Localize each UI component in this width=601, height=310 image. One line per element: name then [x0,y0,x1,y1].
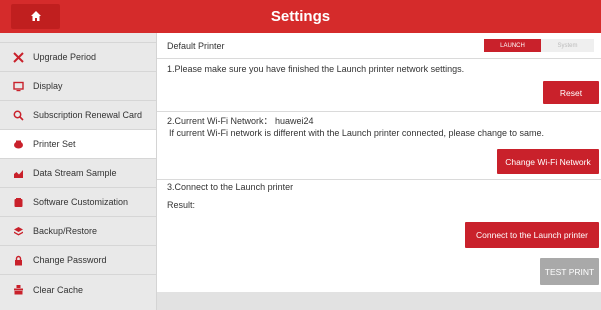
sidebar-item-label: Backup/Restore [33,226,98,236]
wifi-network-note: If current Wi-Fi network is different wi… [169,128,545,138]
sidebar-item-software-customization[interactable]: Software Customization [0,188,156,217]
upgrade-icon [12,51,24,63]
step1-text: 1.Please make sure you have finished the… [167,64,465,74]
sidebar-item-display[interactable]: Display [0,72,156,101]
sidebar-item-label: Software Customization [33,197,129,207]
sidebar-item-label: Data Stream Sample [33,168,117,178]
cache-icon [12,284,24,296]
sidebar-item-label: Printer Set [33,139,76,149]
search-icon [12,109,24,121]
chart-icon [12,167,24,179]
default-printer-label: Default Printer [167,41,225,51]
sidebar-item-backup-restore[interactable]: Backup/Restore [0,217,156,246]
sidebar-item-upgrade-period[interactable]: Upgrade Period [0,43,156,72]
top-bar: Settings [0,0,601,33]
divider [157,179,601,180]
printer-icon [12,138,24,150]
result-label: Result: [167,200,196,210]
sidebar-item-label: Subscription Renewal Card [33,110,143,120]
sidebar-item-partial[interactable] [0,33,156,43]
display-icon [12,80,24,92]
printer-toggle[interactable]: LAUNCH System [484,39,594,52]
home-icon [30,10,42,24]
backup-icon [12,225,24,237]
sidebar-item-label: Clear Cache [33,284,84,295]
software-icon [12,196,24,208]
home-button[interactable] [11,4,60,29]
sidebar-item-label: Upgrade Period [33,52,97,62]
lock-icon [12,254,24,266]
wifi-network-text: 2.Current Wi-Fi Network： huawei24 [167,116,314,126]
page-title: Settings [270,8,331,25]
toggle-launch-option[interactable]: LAUNCH [484,39,541,52]
sidebar-item-label: Display [33,81,63,91]
connect-printer-button[interactable]: Connect to the Launch printer [465,222,599,248]
reset-button[interactable]: Reset [543,81,599,104]
change-wifi-button[interactable]: Change Wi-Fi Network [497,149,599,174]
sidebar-item-data-stream-sample[interactable]: Data Stream Sample [0,159,156,188]
test-print-button[interactable]: TEST PRINT [540,258,599,285]
partial-icon [12,33,24,34]
divider [157,58,601,59]
toggle-system-option[interactable]: System [541,39,594,52]
printer-settings-panel: Default Printer LAUNCH System 1.Please m… [157,33,601,310]
sidebar-item-subscription-renewal-card[interactable]: Subscription Renewal Card [0,101,156,130]
settings-sidebar: Upgrade Period Display Subscription Rene… [0,33,157,310]
sidebar-item-printer-set[interactable]: Printer Set [0,130,156,159]
divider [157,111,601,112]
sidebar-item-clear-cache[interactable]: Clear Cache [0,275,156,304]
bottom-area [157,292,601,310]
step3-text: 3.Connect to the Launch printer [167,182,294,192]
sidebar-item-label: Change Password [33,255,107,265]
sidebar-item-change-password[interactable]: Change Password [0,246,156,275]
